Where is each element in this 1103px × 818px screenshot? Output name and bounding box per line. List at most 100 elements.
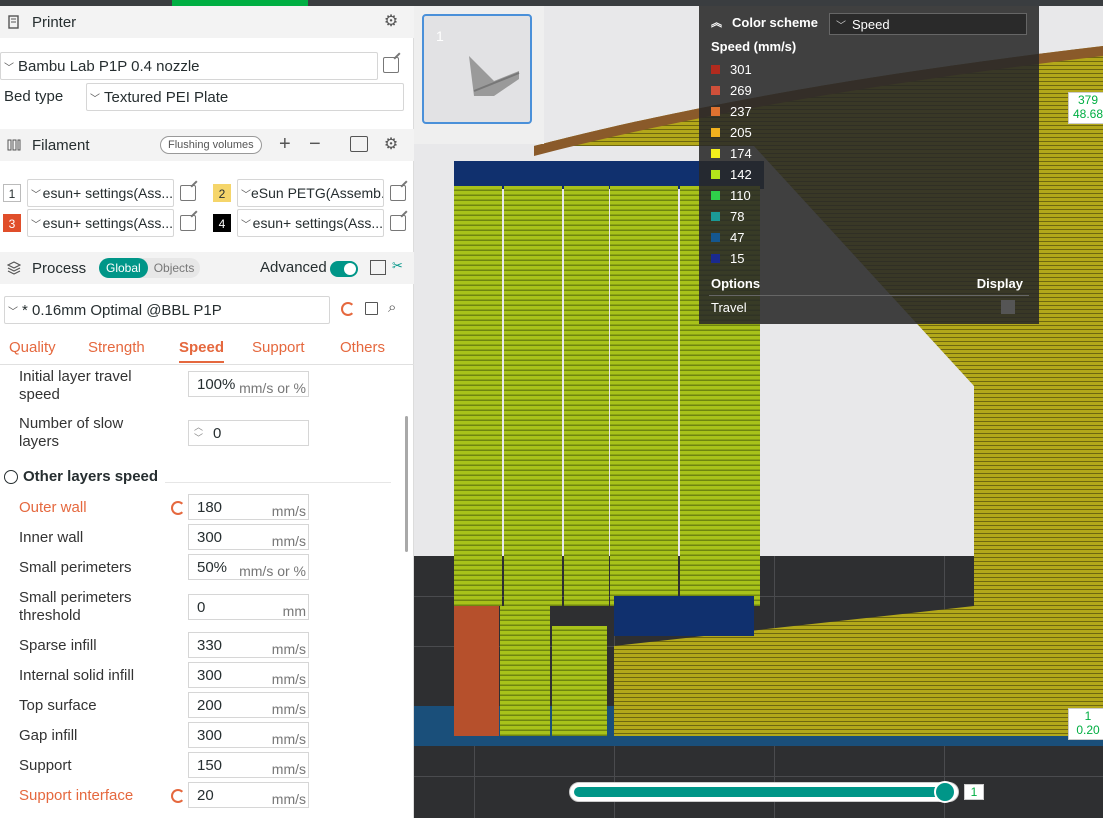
global-option[interactable]: Global [99, 258, 148, 278]
objects-option[interactable]: Objects [148, 261, 201, 275]
param-value: 20 [197, 787, 214, 804]
printer-select[interactable]: ﹀ Bambu Lab P1P 0.4 nozzle [0, 52, 378, 80]
bottom-layer-tag[interactable]: 1 0.20 [1068, 708, 1103, 740]
param-value: 330 [197, 637, 223, 654]
param-value: 300 [197, 667, 223, 684]
support-speed-input[interactable]: 150 mm/s [188, 752, 309, 778]
collapse-icon[interactable]: ︽ [711, 14, 722, 30]
filament-3-select[interactable]: ﹀ esun+ settings(Ass... [27, 209, 174, 237]
edit-filament-3-icon[interactable] [180, 215, 196, 231]
tab-strength[interactable]: Strength [88, 339, 145, 356]
process-section-header: Process Global Objects Advanced ✂ [0, 252, 414, 284]
tab-quality[interactable]: Quality [9, 339, 56, 356]
save-profile-icon[interactable] [365, 302, 378, 315]
edit-filament-2-icon[interactable] [390, 185, 406, 201]
filament-1-number[interactable]: 1 [3, 184, 21, 202]
param-label: Small perimeters threshold [19, 589, 132, 624]
3d-preview-viewport[interactable]: 1 ︽ Color scheme ﹀ Speed Speed (mm/s) 30… [414, 6, 1103, 818]
param-value: 0 [213, 425, 222, 442]
travel-option-label: Travel [711, 300, 747, 315]
param-label: Support interface [19, 787, 134, 804]
bottom-layer-number: 1 [1084, 709, 1092, 723]
inner-wall-input[interactable]: 300 mm/s [188, 524, 309, 550]
filament-2-select[interactable]: ﹀ eSun PETG(Assemb... [237, 179, 384, 207]
param-label: Inner wall [19, 529, 84, 546]
filament-icon [6, 137, 22, 153]
filament-2-number[interactable]: 2 [213, 184, 231, 202]
param-label: Outer wall [19, 499, 87, 516]
advanced-toggle[interactable] [330, 261, 358, 277]
small-perimeters-threshold-input[interactable]: 0 mm [188, 594, 309, 620]
slider-handle[interactable] [934, 781, 957, 803]
tab-speed[interactable]: Speed [179, 339, 225, 363]
filament-1-select[interactable]: ﹀ esun+ settings(Ass... [27, 179, 174, 207]
settings-scrollbar[interactable] [405, 416, 408, 552]
legend-swatch [711, 212, 720, 221]
add-filament-icon[interactable]: + [279, 133, 291, 156]
sparse-infill-input[interactable]: 330 mm/s [188, 632, 309, 658]
filament-4-select[interactable]: ﹀ esun+ settings(Ass... [237, 209, 384, 237]
filament-section-title: Filament [32, 136, 90, 154]
gcode-move-slider[interactable] [569, 781, 959, 803]
small-perimeters-input[interactable]: 50% mm/s or % [188, 554, 309, 580]
compare-icon[interactable]: ✂ [392, 258, 403, 274]
plate-thumbnail[interactable]: 1 [422, 14, 532, 124]
printer-section-header: Printer ⚙ [0, 6, 414, 38]
printer-icon [6, 14, 22, 30]
chevron-down-icon: ﹀ [4, 62, 14, 74]
reset-outer-wall-icon[interactable] [171, 501, 185, 515]
edit-filament-1-icon[interactable] [180, 185, 196, 201]
search-icon[interactable]: ⌕ [388, 299, 396, 316]
reset-support-interface-icon[interactable] [171, 789, 185, 803]
reset-profile-icon[interactable] [341, 302, 355, 316]
outer-wall-input[interactable]: 180 mm/s [188, 494, 309, 520]
process-profile-select[interactable]: ﹀ * 0.16mm Optimal @BBL P1P [4, 296, 330, 324]
legend-value: 78 [730, 209, 745, 224]
display-label: Display [976, 276, 1023, 291]
legend-swatch [711, 254, 720, 263]
legend-item: 47 [711, 230, 744, 245]
legend-value: 47 [730, 230, 745, 245]
printer-model-value: Bambu Lab P1P 0.4 nozzle [18, 57, 200, 75]
legend-item: 142 [711, 167, 752, 182]
top-surface-input[interactable]: 200 mm/s [188, 692, 309, 718]
plate-thumbnail-strip: 1 [414, 6, 544, 144]
edit-filament-4-icon[interactable] [390, 215, 406, 231]
legend-value: 142 [730, 167, 752, 182]
internal-solid-infill-input[interactable]: 300 mm/s [188, 662, 309, 688]
legend-value: 237 [730, 104, 752, 119]
filament-settings-gear-icon[interactable]: ⚙ [382, 136, 400, 154]
param-label: Initial layer travel speed [19, 368, 132, 403]
slider-fill [574, 787, 947, 797]
filament-2-name: eSun PETG(Assemb... [251, 185, 384, 201]
number-of-slow-layers-stepper[interactable]: ︿ ﹀ 0 [188, 420, 309, 446]
tab-support[interactable]: Support [252, 339, 305, 356]
color-scheme-value: Speed [852, 16, 890, 32]
stepper-arrows-icon[interactable]: ︿ ﹀ [194, 422, 203, 444]
color-scheme-select[interactable]: ﹀ Speed [829, 13, 1027, 35]
plate-model-icon [469, 56, 520, 96]
chevron-down-icon: ﹀ [836, 20, 846, 32]
filament-3-number[interactable]: 3 [3, 214, 21, 232]
support-interface-input[interactable]: 20 mm/s [188, 782, 309, 808]
filament-4-number[interactable]: 4 [213, 214, 231, 232]
param-unit: mm/s [271, 761, 306, 777]
flushing-volumes-button[interactable]: Flushing volumes [160, 136, 262, 154]
initial-layer-travel-speed-input[interactable]: 100% mm/s or % [188, 371, 309, 397]
travel-display-checkbox[interactable] [1001, 300, 1015, 314]
list-view-icon[interactable] [370, 260, 386, 275]
remove-filament-icon[interactable]: − [309, 133, 321, 156]
bed-type-select[interactable]: ﹀ Textured PEI Plate [86, 83, 404, 111]
gap-infill-input[interactable]: 300 mm/s [188, 722, 309, 748]
top-layer-tag[interactable]: 379 48.68 [1068, 92, 1103, 124]
filament-4-name: esun+ settings(Ass... [252, 215, 383, 231]
color-scheme-legend: ︽ Color scheme ﹀ Speed Speed (mm/s) 301 … [699, 6, 1039, 324]
legend-header[interactable]: ︽ Color scheme [711, 14, 818, 30]
tab-others[interactable]: Others [340, 339, 385, 356]
param-label: Small perimeters [19, 559, 132, 576]
printer-settings-gear-icon[interactable]: ⚙ [382, 13, 400, 31]
edit-printer-icon[interactable] [383, 57, 399, 73]
param-value: 180 [197, 499, 223, 516]
sync-filament-icon[interactable] [350, 136, 368, 152]
global-objects-toggle[interactable]: Global Objects [99, 258, 201, 278]
